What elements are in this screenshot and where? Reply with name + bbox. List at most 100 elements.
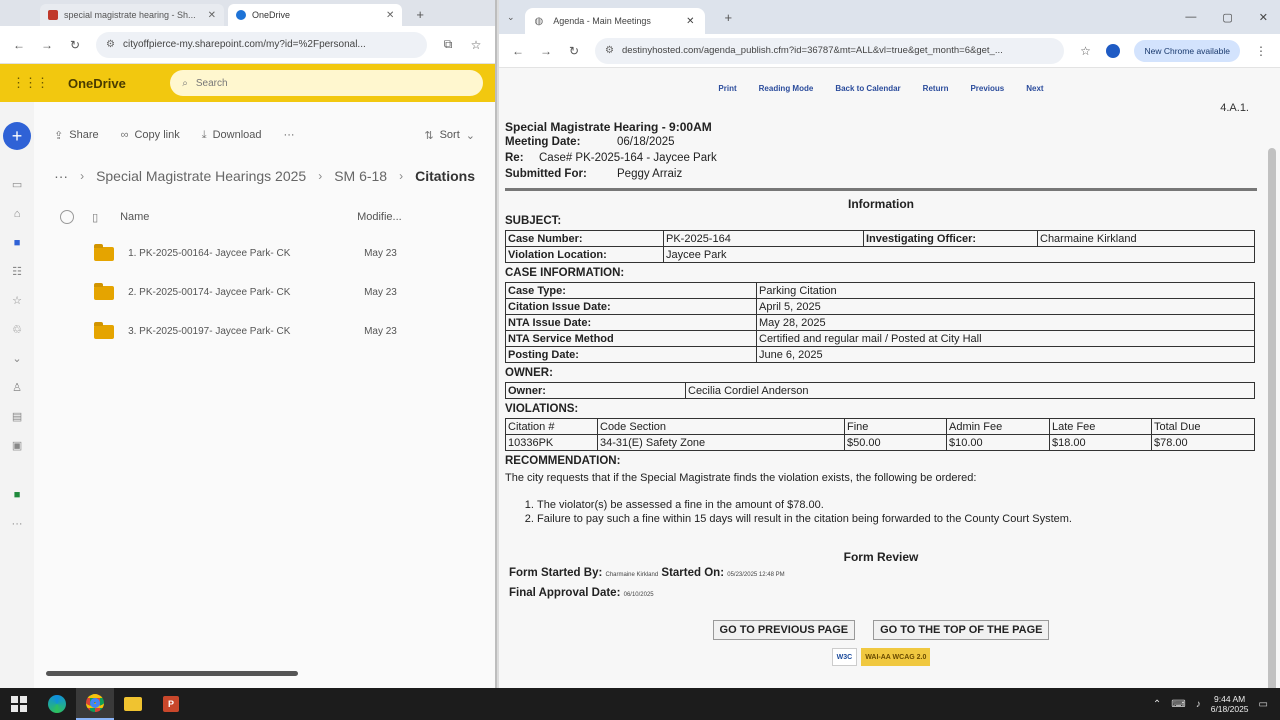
powerpoint-taskbar-button[interactable]: P bbox=[152, 688, 190, 720]
tab-agenda[interactable]: ◍ Agenda - Main Meetings ✕ bbox=[524, 8, 705, 34]
media-icon[interactable]: ▤ bbox=[12, 402, 22, 431]
create-new-button[interactable]: + bbox=[3, 122, 32, 150]
recycle-bin-icon[interactable]: ♲ bbox=[12, 315, 22, 344]
expand-chevron-icon[interactable]: ⌄ bbox=[12, 344, 21, 373]
right-url-input[interactable]: ⚙ destinyhosted.com/agenda_publish.cfm?i… bbox=[595, 37, 1065, 64]
file-name[interactable]: 2. PK-2025-00174- Jaycee Park- CK bbox=[128, 287, 364, 298]
folder-icon bbox=[94, 243, 115, 261]
w3c-badge[interactable]: W3C bbox=[831, 648, 858, 666]
powerpoint-icon: P bbox=[163, 696, 179, 712]
top-of-page-button[interactable]: GO TO THE TOP OF THE PAGE bbox=[873, 620, 1050, 640]
close-tab-icon[interactable]: ✕ bbox=[208, 10, 216, 21]
back-arrow-icon[interactable]: ← bbox=[511, 44, 525, 58]
clock[interactable]: 9:44 AM 6/18/2025 bbox=[1211, 694, 1249, 714]
reload-icon[interactable]: ↻ bbox=[567, 44, 581, 58]
late-fee: $18.00 bbox=[1049, 434, 1152, 451]
copy-link-button[interactable]: ∞ Copy link bbox=[121, 129, 180, 141]
chevron-right-icon: › bbox=[80, 169, 85, 183]
tab-onedrive[interactable]: OneDrive ✕ bbox=[227, 4, 403, 26]
posting-date-label: Posting Date: bbox=[505, 346, 757, 363]
reading-mode-link[interactable]: Reading Mode bbox=[759, 84, 814, 98]
tab-search-icon[interactable]: ⌄ bbox=[507, 12, 515, 23]
photos-icon[interactable]: ▣ bbox=[12, 431, 22, 460]
breadcrumb-item[interactable]: Special Magistrate Hearings 2025 bbox=[96, 168, 306, 184]
select-all-radio[interactable] bbox=[60, 210, 75, 224]
start-button[interactable] bbox=[0, 688, 38, 720]
new-tab-icon[interactable]: + bbox=[715, 10, 743, 25]
share-button[interactable]: ⇪ Share bbox=[54, 129, 99, 142]
forward-arrow-icon[interactable]: → bbox=[40, 38, 54, 52]
more-apps-icon[interactable]: ··· bbox=[12, 509, 23, 538]
column-header: Code Section bbox=[597, 418, 845, 435]
file-name[interactable]: 3. PK-2025-00197- Jaycee Park- CK bbox=[128, 326, 364, 337]
folder-icon[interactable]: ■ bbox=[14, 228, 21, 257]
site-info-icon[interactable]: ⚙ bbox=[106, 39, 115, 50]
back-arrow-icon[interactable]: ← bbox=[12, 38, 26, 52]
favorites-icon[interactable]: ☆ bbox=[12, 286, 22, 315]
home-icon[interactable]: ▭ bbox=[12, 170, 22, 199]
list-item[interactable]: 3. PK-2025-00197- Jaycee Park- CK May 23 bbox=[34, 312, 495, 351]
chevron-up-icon[interactable]: ⌃ bbox=[1153, 699, 1161, 710]
edge-taskbar-button[interactable] bbox=[38, 688, 76, 720]
onedrive-search-input[interactable]: ⌕ Search bbox=[170, 70, 483, 96]
bookmark-star-icon[interactable]: ☆ bbox=[469, 38, 483, 52]
site-info-icon[interactable]: ⚙ bbox=[605, 45, 614, 56]
new-tab-icon[interactable]: + bbox=[406, 7, 434, 26]
app-launcher-icon[interactable]: ⋮⋮⋮ bbox=[12, 75, 49, 91]
previous-page-button[interactable]: GO TO PREVIOUS PAGE bbox=[712, 620, 856, 640]
close-window-icon[interactable]: ✕ bbox=[1259, 11, 1268, 24]
horizontal-scrollbar[interactable] bbox=[46, 671, 299, 676]
globe-icon: ◍ bbox=[534, 15, 544, 27]
bookmark-star-icon[interactable]: ☆ bbox=[1078, 44, 1092, 58]
form-started-by: Charmaine Kirkland bbox=[605, 572, 659, 578]
reload-icon[interactable]: ↻ bbox=[68, 38, 82, 52]
profile-avatar[interactable] bbox=[1106, 43, 1121, 58]
meeting-date: 06/18/2025 bbox=[617, 136, 675, 148]
maximize-icon[interactable]: ▢ bbox=[1222, 11, 1232, 24]
vertical-scrollbar[interactable] bbox=[1268, 148, 1276, 688]
wcag-aa-badge[interactable]: WAI-AA WCAG 2.0 bbox=[861, 648, 931, 666]
shared-icon[interactable]: ☷ bbox=[12, 257, 22, 286]
install-app-icon[interactable]: ⧉ bbox=[441, 37, 455, 52]
chrome-taskbar-button[interactable] bbox=[76, 688, 114, 720]
previous-link[interactable]: Previous bbox=[970, 84, 1004, 98]
print-link[interactable]: Print bbox=[718, 84, 736, 98]
column-header: Late Fee bbox=[1049, 418, 1152, 435]
kebab-menu-icon[interactable]: ⋮ bbox=[1254, 44, 1268, 58]
network-icon[interactable]: ⌨ bbox=[1171, 699, 1185, 710]
total-due: $78.00 bbox=[1151, 434, 1255, 451]
modified-column-header[interactable]: Modifie... bbox=[357, 211, 402, 223]
tab-special-magistrate[interactable]: special magistrate hearing - Sh... ✕ bbox=[40, 4, 224, 26]
folder-icon bbox=[94, 321, 115, 339]
volume-icon[interactable]: ♪ bbox=[1196, 699, 1201, 710]
breadcrumb-item[interactable]: SM 6-18 bbox=[334, 168, 387, 184]
breadcrumb-more[interactable]: ··· bbox=[54, 168, 68, 184]
list-item[interactable]: 2. PK-2025-00174- Jaycee Park- CK May 23 bbox=[34, 273, 495, 312]
list-item[interactable]: 1. PK-2025-00164- Jaycee Park- CK May 23 bbox=[34, 234, 495, 273]
excel-app-icon[interactable]: ■ bbox=[14, 480, 21, 509]
left-url-input[interactable]: ⚙ cityoffpierce-my.sharepoint.com/my?id=… bbox=[96, 31, 427, 58]
update-chrome-button[interactable]: New Chrome available bbox=[1134, 39, 1240, 62]
my-files-icon[interactable]: ⌂ bbox=[14, 199, 21, 228]
owner-heading: OWNER: bbox=[505, 367, 553, 379]
back-to-calendar-link[interactable]: Back to Calendar bbox=[835, 84, 900, 98]
sharepoint-favicon-icon bbox=[48, 10, 58, 20]
sort-button[interactable]: ⇅ Sort ⌄ bbox=[424, 129, 475, 142]
return-link[interactable]: Return bbox=[923, 84, 949, 98]
people-icon[interactable]: ♙ bbox=[12, 373, 22, 402]
forward-arrow-icon[interactable]: → bbox=[539, 44, 553, 58]
owner-name: Cecilia Cordiel Anderson bbox=[685, 382, 1255, 399]
file-name[interactable]: 1. PK-2025-00164- Jaycee Park- CK bbox=[128, 248, 364, 259]
close-tab-icon[interactable]: ✕ bbox=[686, 16, 694, 27]
close-tab-icon[interactable]: ✕ bbox=[386, 10, 394, 21]
name-column-header[interactable]: Name bbox=[120, 211, 357, 223]
more-commands-button[interactable]: ··· bbox=[284, 129, 295, 141]
minimize-icon[interactable]: — bbox=[1185, 11, 1196, 24]
next-link[interactable]: Next bbox=[1026, 84, 1043, 98]
column-header: Total Due bbox=[1151, 418, 1255, 435]
notifications-icon[interactable]: ▭ bbox=[1259, 699, 1268, 710]
file-explorer-taskbar-button[interactable] bbox=[114, 688, 152, 720]
download-button[interactable]: ⤓ Download bbox=[202, 129, 262, 142]
onedrive-brand[interactable]: OneDrive bbox=[68, 76, 150, 91]
recommendation-heading: RECOMMENDATION: bbox=[505, 455, 621, 467]
